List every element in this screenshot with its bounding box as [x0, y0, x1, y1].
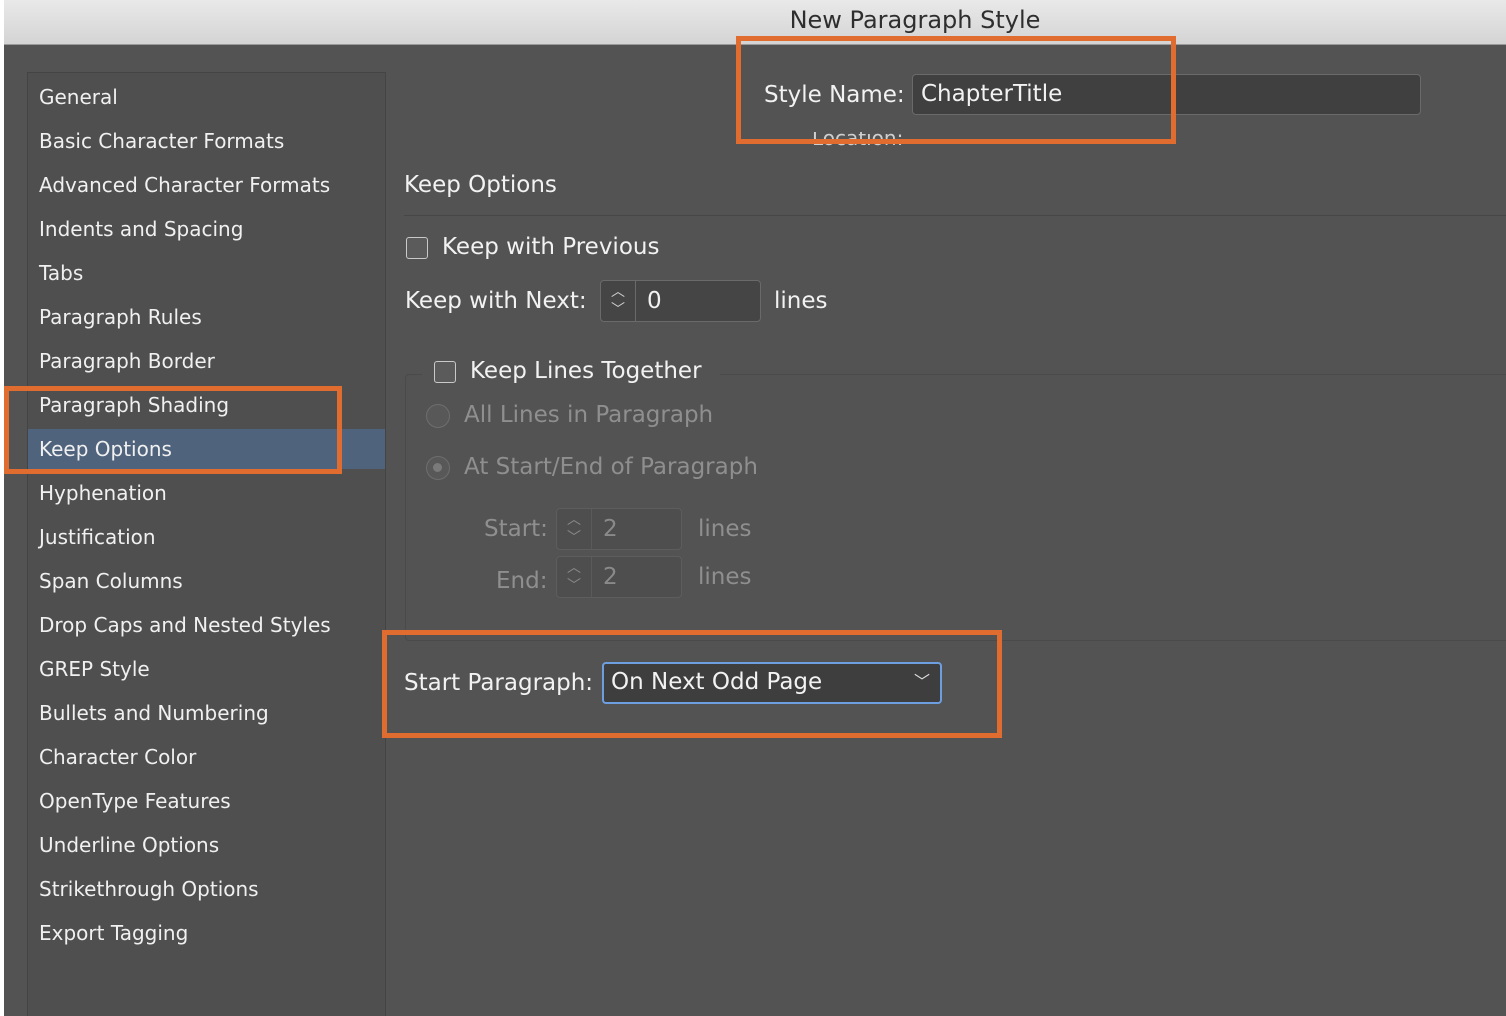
sidebar-item-drop-caps[interactable]: Drop Caps and Nested Styles — [28, 605, 385, 645]
location-label: Location: — [812, 132, 904, 146]
sidebar-item-span-columns[interactable]: Span Columns — [28, 561, 385, 601]
chevron-up-icon[interactable]: ︿ — [610, 285, 626, 299]
chevron-down-icon[interactable]: ﹀ — [566, 579, 582, 593]
start-unit: lines — [698, 516, 752, 542]
sidebar-item-bullets-and-numbering[interactable]: Bullets and Numbering — [28, 693, 385, 733]
chevron-down-icon: ﹀ — [913, 672, 930, 691]
chevron-up-icon[interactable]: ︿ — [566, 561, 582, 575]
section-title: Keep Options — [404, 172, 557, 198]
keep-with-next-arrows[interactable]: ︿ ﹀ — [601, 281, 636, 321]
start-paragraph-value: On Next Odd Page — [611, 669, 823, 695]
sidebar-item-general[interactable]: General — [28, 77, 385, 117]
sidebar-item-paragraph-shading[interactable]: Paragraph Shading — [28, 385, 385, 425]
start-end-radio[interactable] — [426, 456, 450, 480]
keep-with-next-stepper[interactable]: ︿ ﹀ 0 — [600, 280, 761, 322]
sidebar-item-tabs[interactable]: Tabs — [28, 253, 385, 293]
dialog-window: New Paragraph Style General Basic Charac… — [4, 0, 1506, 1016]
sidebar-item-keep-options[interactable]: Keep Options — [28, 429, 385, 469]
chevron-up-icon[interactable]: ︿ — [566, 513, 582, 527]
start-paragraph-label: Start Paragraph: — [404, 670, 594, 696]
title-bar: New Paragraph Style — [4, 0, 1506, 45]
sidebar-item-export-tagging[interactable]: Export Tagging — [28, 913, 385, 953]
end-value[interactable]: 2 — [603, 557, 618, 597]
end-label: End: — [496, 568, 548, 594]
all-lines-radio[interactable] — [426, 404, 450, 428]
dialog-title: New Paragraph Style — [789, 6, 1041, 34]
sidebar-item-opentype-features[interactable]: OpenType Features — [28, 781, 385, 821]
style-name-label: Style Name: — [764, 82, 905, 108]
sidebar-item-indents-and-spacing[interactable]: Indents and Spacing — [28, 209, 385, 249]
keep-with-previous-label: Keep with Previous — [442, 234, 660, 260]
keep-with-next-label: Keep with Next: — [405, 288, 587, 314]
start-end-label: At Start/End of Paragraph — [464, 454, 758, 480]
sidebar-item-advanced-character-formats[interactable]: Advanced Character Formats — [28, 165, 385, 205]
keep-with-next-value[interactable]: 0 — [647, 281, 662, 321]
start-value[interactable]: 2 — [603, 509, 618, 549]
start-paragraph-dropdown[interactable]: On Next Odd Page ﹀ — [602, 662, 942, 704]
sidebar-item-justification[interactable]: Justification — [28, 517, 385, 557]
sidebar-item-character-color[interactable]: Character Color — [28, 737, 385, 777]
sidebar-item-paragraph-rules[interactable]: Paragraph Rules — [28, 297, 385, 337]
chevron-down-icon[interactable]: ﹀ — [566, 531, 582, 545]
sidebar-item-paragraph-border[interactable]: Paragraph Border — [28, 341, 385, 381]
keep-with-next-unit: lines — [774, 288, 828, 314]
start-label: Start: — [484, 516, 548, 542]
sidebar-item-basic-character-formats[interactable]: Basic Character Formats — [28, 121, 385, 161]
keep-with-previous-checkbox[interactable] — [406, 237, 428, 259]
sidebar-item-underline-options[interactable]: Underline Options — [28, 825, 385, 865]
start-arrows[interactable]: ︿ ﹀ — [557, 509, 592, 549]
section-divider — [404, 215, 1506, 216]
all-lines-label: All Lines in Paragraph — [464, 402, 714, 428]
sidebar-item-hyphenation[interactable]: Hyphenation — [28, 473, 385, 513]
chevron-down-icon[interactable]: ﹀ — [610, 303, 626, 317]
keep-lines-together-checkbox[interactable] — [434, 361, 456, 383]
category-sidebar: General Basic Character Formats Advanced… — [27, 72, 386, 1016]
keep-lines-together-label: Keep Lines Together — [470, 358, 702, 384]
sidebar-item-strikethrough-options[interactable]: Strikethrough Options — [28, 869, 385, 909]
start-stepper[interactable]: ︿ ﹀ 2 — [556, 508, 682, 550]
style-name-input[interactable]: ChapterTitle — [912, 74, 1421, 115]
end-stepper[interactable]: ︿ ﹀ 2 — [556, 556, 682, 598]
end-unit: lines — [698, 564, 752, 590]
end-arrows[interactable]: ︿ ﹀ — [557, 557, 592, 597]
sidebar-item-grep-style[interactable]: GREP Style — [28, 649, 385, 689]
settings-panel: Style Name: ChapterTitle Location: Keep … — [384, 44, 1506, 1016]
